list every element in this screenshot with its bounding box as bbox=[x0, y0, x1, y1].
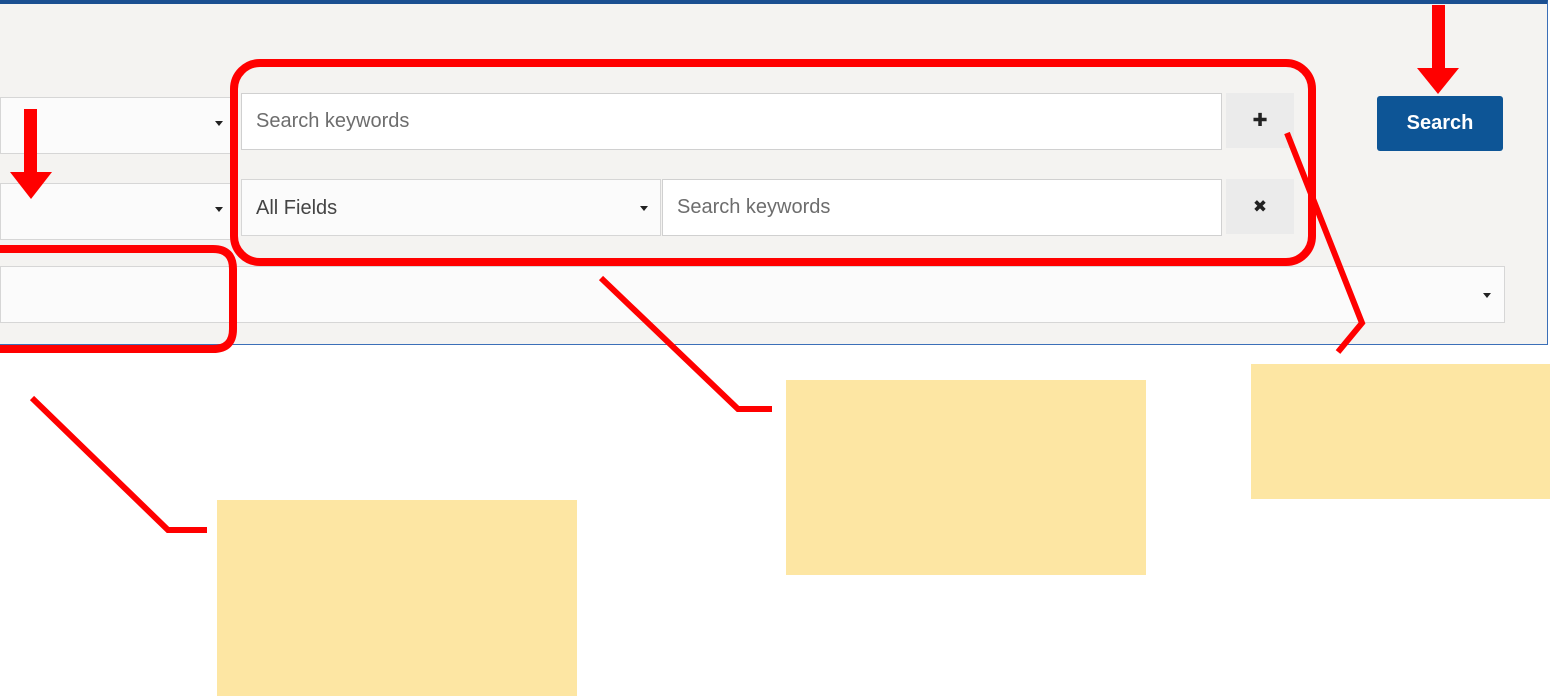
advanced-search-panel: ✚ All Fields ✖ Search bbox=[0, 0, 1548, 345]
search-button[interactable]: Search bbox=[1377, 96, 1503, 151]
search-keywords-input-2[interactable] bbox=[662, 179, 1222, 236]
left-select-row-2[interactable] bbox=[0, 183, 233, 240]
left-select-row-1[interactable] bbox=[0, 97, 233, 154]
chevron-down-icon bbox=[215, 207, 223, 212]
close-icon: ✖ bbox=[1252, 196, 1268, 217]
chevron-down-icon bbox=[1483, 293, 1491, 298]
remove-row-button[interactable]: ✖ bbox=[1226, 179, 1294, 234]
field-select-value: All Fields bbox=[256, 197, 338, 219]
field-select[interactable]: All Fields bbox=[241, 179, 661, 236]
callout-note-left bbox=[217, 500, 577, 696]
filter-select[interactable] bbox=[0, 266, 1505, 323]
callout-note-right bbox=[1251, 364, 1550, 499]
chevron-down-icon bbox=[640, 206, 648, 211]
callout-note-center bbox=[786, 380, 1146, 575]
plus-icon: ✚ bbox=[1252, 110, 1268, 131]
chevron-down-icon bbox=[215, 121, 223, 126]
leader-line-left bbox=[29, 395, 207, 533]
add-row-button[interactable]: ✚ bbox=[1226, 93, 1294, 148]
search-keywords-input-1[interactable] bbox=[241, 93, 1222, 150]
